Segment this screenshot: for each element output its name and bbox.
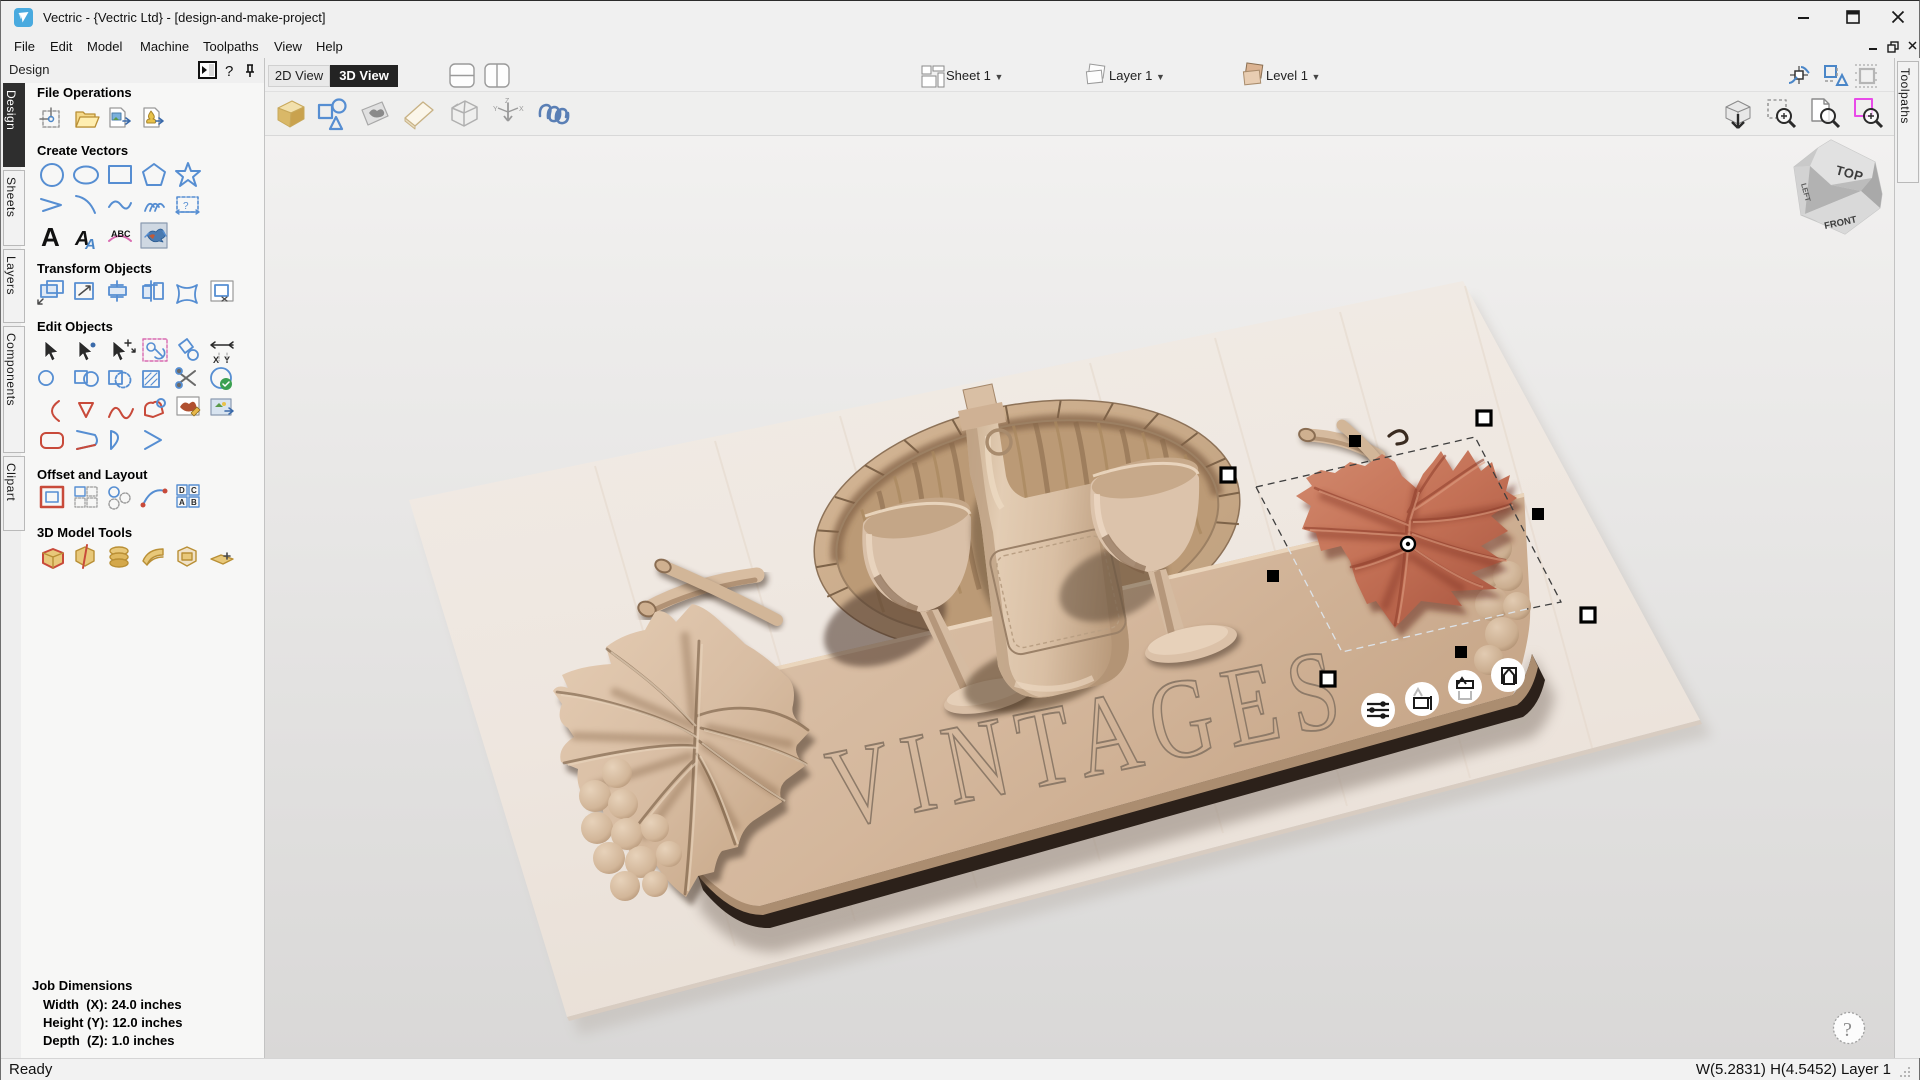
svg-text:A: A <box>41 222 60 252</box>
svg-text:Y: Y <box>493 106 498 113</box>
svg-text:D: D <box>179 486 185 495</box>
svg-text:B: B <box>191 498 197 507</box>
svg-text:X: X <box>519 106 524 113</box>
svg-text:?: ? <box>225 63 233 80</box>
svg-text:C: C <box>191 486 197 495</box>
svg-text:A: A <box>179 498 185 507</box>
svg-text:A: A <box>84 236 96 253</box>
svg-text:Z: Z <box>505 98 510 105</box>
svg-text:X: X <box>213 355 219 365</box>
svg-text:?: ? <box>183 201 189 212</box>
svg-text:?: ? <box>1843 1019 1852 1041</box>
svg-text:ABC: ABC <box>111 229 131 239</box>
